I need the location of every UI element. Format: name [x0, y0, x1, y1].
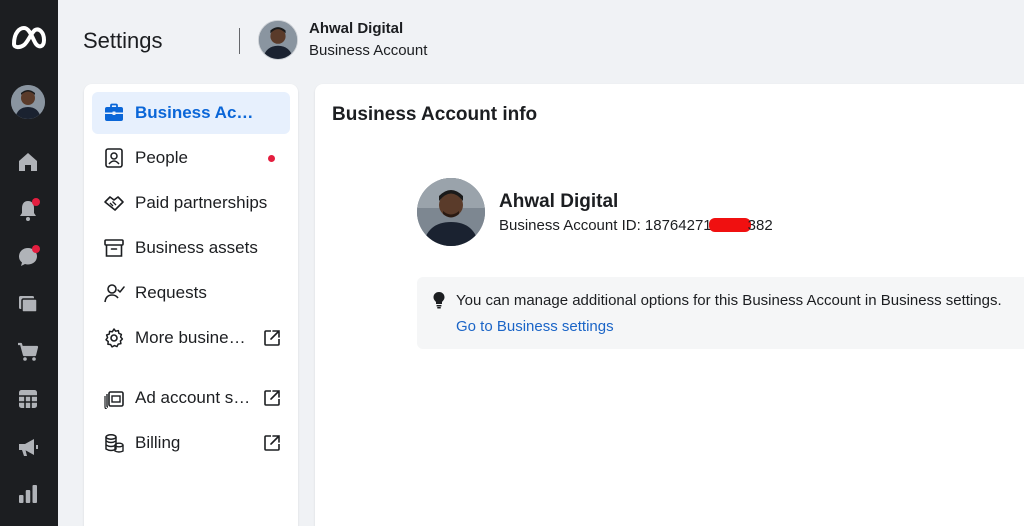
- sidebar-item-label: Business assets: [135, 238, 258, 257]
- settings-sidebar: Business Accou… People Paid partnerships…: [84, 84, 298, 526]
- header-account-name: Ahwal Digital: [309, 20, 404, 37]
- business-account-info-panel: Business Account info Ahwal Digital Busi…: [315, 84, 1024, 526]
- user-check-icon: [104, 284, 125, 303]
- page-title: Settings: [83, 28, 163, 53]
- coins-icon: [105, 434, 124, 453]
- megaphone-icon[interactable]: [16, 435, 40, 459]
- header-divider: [239, 28, 240, 54]
- sidebar-item-label: People: [135, 148, 188, 167]
- sidebar-item-people[interactable]: People: [92, 137, 290, 179]
- left-nav-rail: [0, 0, 58, 526]
- sidebar-item-business-account[interactable]: Business Accou…: [92, 92, 290, 134]
- sidebar-item-label: Requests: [135, 283, 207, 302]
- sidebar-item-label: Business Accou…: [135, 103, 261, 122]
- lightbulb-icon: [433, 292, 445, 309]
- shop-icon[interactable]: [16, 340, 40, 364]
- people-notification-dot: [268, 155, 275, 162]
- sidebar-item-label: More busines…: [135, 328, 253, 347]
- panel-title: Business Account info: [332, 104, 538, 125]
- archive-box-icon: [104, 239, 124, 257]
- handshake-icon: [104, 196, 124, 211]
- sidebar-item-label: Paid partnerships: [135, 193, 268, 212]
- messages-badge: [32, 245, 40, 253]
- sidebar-item-billing[interactable]: Billing: [92, 422, 290, 464]
- external-link-icon: [264, 390, 280, 406]
- business-account-id-prefix: Business Account ID: 18764271: [499, 217, 712, 234]
- sidebar-item-label: Billing: [135, 433, 181, 452]
- sidebar-item-requests[interactable]: Requests: [92, 272, 290, 314]
- sidebar-item-business-assets[interactable]: Business assets: [92, 227, 290, 269]
- business-account-id-suffix: 382: [747, 217, 773, 234]
- external-link-icon: [264, 330, 280, 346]
- business-account-id: Business Account ID: 18764271 382: [499, 217, 773, 234]
- business-settings-notice: You can manage additional options for th…: [417, 277, 1024, 349]
- notice-text: You can manage additional options for th…: [456, 292, 1002, 309]
- briefcase-icon: [105, 103, 123, 121]
- gear-icon: [105, 328, 124, 348]
- go-to-business-settings-link[interactable]: Go to Business settings: [456, 318, 614, 335]
- pages-icon[interactable]: [16, 292, 40, 316]
- sidebar-item-more-business-settings[interactable]: More busines…: [92, 317, 290, 359]
- page-header: Settings Ahwal Digital Business Account: [58, 0, 1024, 80]
- business-account-name: Ahwal Digital: [499, 191, 619, 212]
- people-icon: [105, 148, 123, 168]
- rail-profile-avatar[interactable]: [11, 85, 45, 119]
- meta-logo-icon[interactable]: [8, 20, 50, 54]
- business-account-avatar: [417, 178, 485, 246]
- notifications-badge: [32, 198, 40, 206]
- sidebar-item-label: Ad account s…: [135, 388, 251, 407]
- sidebar-item-paid-partnerships[interactable]: Paid partnerships: [92, 182, 290, 224]
- insights-icon[interactable]: [16, 482, 40, 506]
- header-account-avatar[interactable]: [258, 20, 298, 60]
- ad-account-icon: [104, 391, 124, 409]
- external-link-icon: [264, 435, 280, 451]
- home-icon[interactable]: [16, 150, 40, 174]
- calendar-icon[interactable]: [16, 387, 40, 411]
- sidebar-item-ad-account-settings[interactable]: Ad account s…: [92, 377, 290, 419]
- redaction-mark: [708, 218, 751, 232]
- header-account-type: Business Account: [309, 42, 428, 59]
